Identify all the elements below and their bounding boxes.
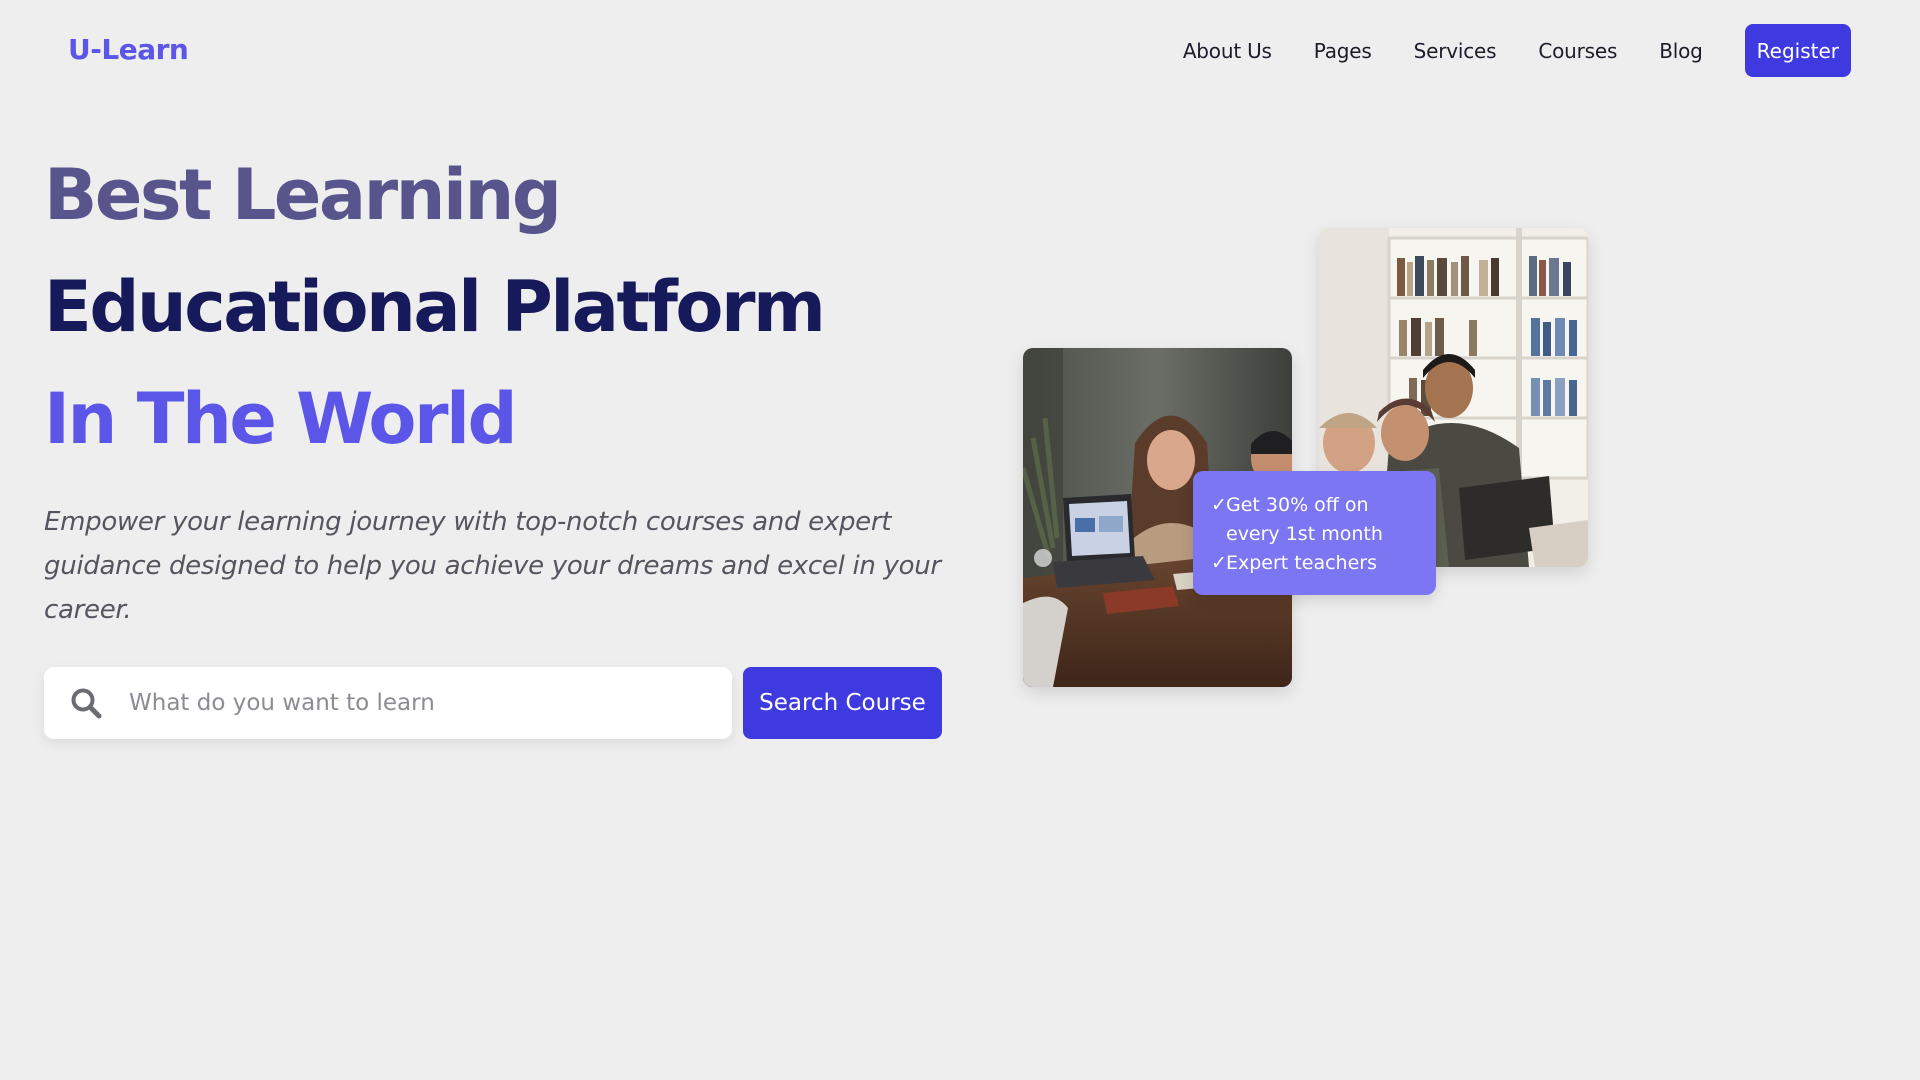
hero-title-line-2: Educational Platform (44, 266, 826, 348)
promo-item-text: Get 30% off on every 1st month (1226, 494, 1383, 545)
hero-title-line-3: In The World (44, 378, 518, 460)
search-bar (44, 667, 732, 739)
check-icon: ✓ (1211, 552, 1227, 574)
check-icon: ✓ (1211, 494, 1227, 516)
promo-item: ✓ Expert teachers (1211, 549, 1436, 578)
hero-description: Empower your learning journey with top-n… (44, 507, 941, 625)
landing-page: U-Learn About Us Pages Services Courses … (0, 0, 1920, 1080)
nav-about-us[interactable]: About Us (1183, 39, 1272, 63)
nav-services[interactable]: Services (1414, 39, 1497, 63)
logo[interactable]: U-Learn (68, 33, 189, 66)
hero-title-line-1: Best Learning (44, 154, 562, 236)
search-input[interactable] (129, 690, 689, 716)
register-button[interactable]: Register (1744, 24, 1851, 77)
promo-card: ✓ Get 30% off on every 1st month ✓ Exper… (1193, 471, 1436, 595)
nav-blog[interactable]: Blog (1659, 39, 1703, 63)
promo-item: ✓ Get 30% off on every 1st month (1211, 491, 1436, 549)
nav-courses[interactable]: Courses (1538, 39, 1617, 63)
search-icon (71, 688, 102, 719)
search-course-button[interactable]: Search Course (743, 667, 942, 739)
promo-item-text: Expert teachers (1226, 552, 1377, 574)
nav-pages[interactable]: Pages (1314, 39, 1372, 63)
main-nav: About Us Pages Services Courses Blog Reg… (1183, 24, 1851, 77)
